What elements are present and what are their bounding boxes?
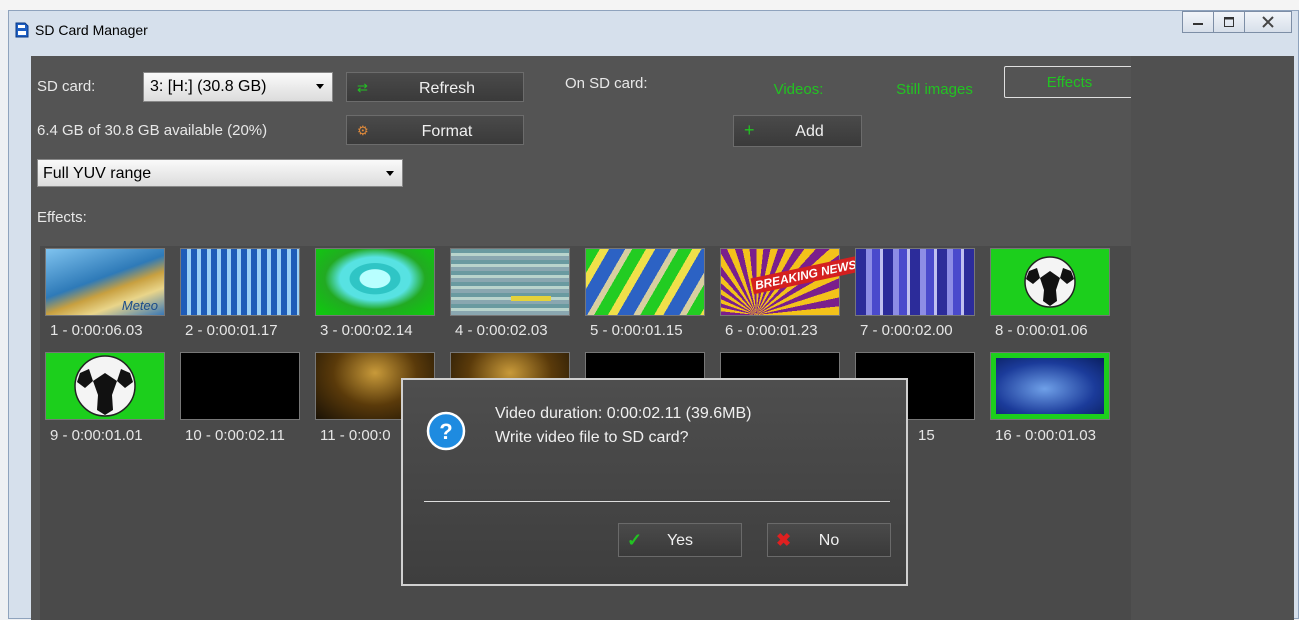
minimize-button[interactable] bbox=[1182, 11, 1214, 33]
maximize-icon bbox=[1224, 17, 1234, 27]
refresh-button-label: Refresh bbox=[418, 80, 476, 97]
chevron-down-icon bbox=[386, 171, 394, 176]
yellow-bar-shape bbox=[511, 296, 551, 301]
maximize-button[interactable] bbox=[1213, 11, 1245, 33]
available-space-text: 6.4 GB of 30.8 GB available (20%) bbox=[37, 122, 268, 139]
effect-thumbnail-5[interactable] bbox=[585, 248, 705, 316]
effect-thumbnail-8[interactable] bbox=[990, 248, 1110, 316]
close-icon bbox=[1262, 16, 1274, 28]
tab-effects[interactable]: Effects bbox=[1004, 66, 1135, 98]
sd-card-icon bbox=[15, 22, 29, 38]
sd-card-manager-window: SD Card Manager SD card: 3: [H:] (30.8 G… bbox=[8, 10, 1299, 620]
effect-label-16: 16 - 0:00:01.03 bbox=[995, 427, 1096, 444]
effect-label-5: 5 - 0:00:01.15 bbox=[590, 322, 683, 339]
right-pane bbox=[1131, 56, 1294, 620]
add-button[interactable]: + Add bbox=[733, 115, 862, 147]
dialog-divider bbox=[424, 501, 890, 502]
window-controls bbox=[1182, 11, 1292, 33]
effect-thumbnail-4[interactable] bbox=[450, 248, 570, 316]
window-title: SD Card Manager bbox=[35, 22, 148, 38]
effect-label-9: 9 - 0:00:01.01 bbox=[50, 427, 143, 444]
refresh-button[interactable]: ⇄ Refresh bbox=[346, 72, 524, 102]
effect-label-2: 2 - 0:00:01.17 bbox=[185, 322, 278, 339]
close-button[interactable] bbox=[1244, 11, 1292, 33]
sd-card-select-value: 3: [H:] (30.8 GB) bbox=[150, 78, 267, 95]
effect-label-1: 1 - 0:00:06.03 bbox=[50, 322, 143, 339]
effect-label-3: 3 - 0:00:02.14 bbox=[320, 322, 413, 339]
effect-label-4: 4 - 0:00:02.03 bbox=[455, 322, 548, 339]
effect-label-7: 7 - 0:00:02.00 bbox=[860, 322, 953, 339]
yuv-range-select[interactable]: Full YUV range bbox=[37, 159, 403, 187]
on-sd-card-label: On SD card: bbox=[565, 75, 648, 92]
sd-card-select[interactable]: 3: [H:] (30.8 GB) bbox=[143, 72, 333, 102]
chevron-down-icon bbox=[316, 84, 324, 89]
no-button-label: No bbox=[818, 532, 840, 549]
question-icon: ? bbox=[426, 411, 466, 451]
breaking-news-text: BREAKING NEWS bbox=[750, 255, 861, 295]
confirm-dialog: ? Video duration: 0:00:02.11 (39.6MB) Wr… bbox=[401, 378, 908, 586]
effect-thumbnail-6[interactable]: BREAKING NEWS bbox=[720, 248, 861, 316]
effect-thumbnail-10[interactable] bbox=[180, 352, 300, 420]
no-button[interactable]: ✖ No bbox=[767, 523, 891, 557]
yes-button-label: Yes bbox=[666, 532, 694, 549]
effect-label-10: 10 - 0:00:02.11 bbox=[185, 427, 285, 444]
background-window bbox=[0, 0, 1299, 10]
tab-still-images[interactable]: Still images bbox=[869, 74, 1000, 106]
format-button[interactable]: ⚙ Format bbox=[346, 115, 524, 145]
soccer-ball-icon bbox=[74, 355, 136, 417]
effect-thumbnail-1[interactable]: Meteo bbox=[45, 248, 165, 316]
effect-label-6: 6 - 0:00:01.23 bbox=[725, 322, 818, 339]
title-bar: SD Card Manager bbox=[9, 11, 1298, 49]
effect-label-15: 15 bbox=[918, 427, 935, 444]
sd-card-label: SD card: bbox=[37, 78, 96, 95]
dialog-message-line2: Write video file to SD card? bbox=[495, 429, 689, 446]
effects-label: Effects: bbox=[37, 209, 87, 226]
meteo-text: Meteo bbox=[121, 298, 158, 313]
effect-thumbnail-16[interactable] bbox=[990, 352, 1110, 420]
add-button-label: Add bbox=[795, 123, 824, 140]
yes-button[interactable]: ✓ Yes bbox=[618, 523, 742, 557]
minimize-icon bbox=[1193, 23, 1203, 25]
effect-label-8: 8 - 0:00:01.06 bbox=[995, 322, 1088, 339]
effect-thumbnail-2[interactable] bbox=[180, 248, 300, 316]
soccer-ball-icon bbox=[1024, 256, 1076, 308]
dialog-message-line1: Video duration: 0:00:02.11 (39.6MB) bbox=[495, 405, 752, 422]
tab-videos[interactable]: Videos: bbox=[733, 74, 864, 106]
format-button-label: Format bbox=[421, 123, 473, 140]
effect-thumbnail-3[interactable] bbox=[315, 248, 435, 316]
yuv-range-select-value: Full YUV range bbox=[43, 165, 152, 182]
news-globe-image bbox=[996, 358, 1104, 414]
svg-text:?: ? bbox=[439, 419, 452, 444]
effect-thumbnail-7[interactable] bbox=[855, 248, 975, 316]
effect-label-11: 11 - 0:00:0 bbox=[320, 427, 391, 444]
effect-thumbnail-9[interactable] bbox=[45, 352, 165, 420]
